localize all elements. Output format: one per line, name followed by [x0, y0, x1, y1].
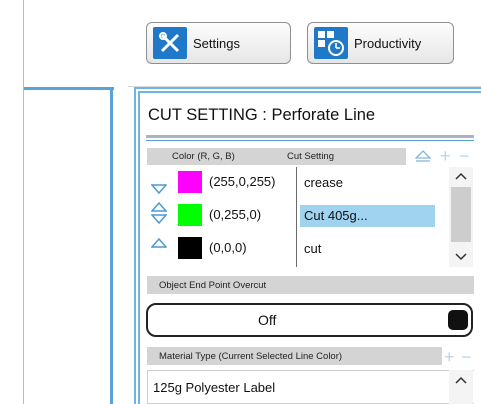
settings-button[interactable]: Settings	[146, 22, 291, 64]
column-divider	[296, 167, 297, 267]
material-type-label: Material Type (Current Selected Line Col…	[159, 351, 343, 362]
endpoint-overcut-header: Object End Point Overcut	[147, 276, 474, 294]
settings-button-label: Settings	[193, 35, 240, 51]
add-material-icon[interactable]: +	[444, 348, 455, 366]
title-rule-accent	[146, 140, 474, 141]
move-up-down-icon[interactable]	[150, 201, 168, 229]
rgb-value: (0,0,0)	[209, 240, 247, 255]
add-color-icon[interactable]: +	[440, 147, 451, 165]
toggle-state-label: Off	[258, 312, 277, 328]
endpoint-overcut-toggle[interactable]: Off	[146, 303, 473, 337]
remove-material-icon[interactable]: −	[461, 348, 472, 366]
scroll-down-icon	[455, 253, 467, 261]
toggle-knob[interactable]	[448, 310, 468, 330]
productivity-button-label: Productivity	[354, 35, 422, 51]
color-row-magenta[interactable]: (255,0,255) crease	[147, 167, 447, 195]
color-row-green[interactable]: (0,255,0) Cut 405g...	[147, 200, 447, 228]
tools-icon	[153, 27, 187, 59]
color-list-header: Color (R, G, B) Cut Setting	[147, 148, 406, 165]
cut-setting-value: crease	[304, 175, 344, 190]
material-type-header: Material Type (Current Selected Line Col…	[147, 347, 442, 365]
move-down-icon[interactable]	[150, 181, 168, 199]
scroll-up-icon	[455, 172, 467, 180]
rgb-value: (255,0,255)	[209, 174, 276, 189]
remove-color-icon[interactable]: −	[459, 147, 470, 165]
material-list-scrollbar[interactable]	[449, 370, 473, 404]
productivity-button[interactable]: Productivity	[307, 22, 454, 64]
color-list-scroll-thumb[interactable]	[451, 187, 471, 242]
cut-setting-value-selected: Cut 405g...	[300, 205, 435, 227]
title-rule	[146, 135, 474, 138]
rgb-value: (0,255,0)	[209, 207, 262, 222]
scroll-up-icon	[455, 376, 467, 384]
cut-setting-value: cut	[304, 241, 322, 256]
eject-icon[interactable]	[414, 150, 432, 165]
endpoint-overcut-label: Object End Point Overcut	[159, 280, 267, 291]
productivity-icon	[314, 27, 348, 59]
cut-setting-title: CUT SETTING : Perforate Line	[148, 106, 376, 124]
color-swatch	[178, 237, 202, 259]
column-header-cut-setting: Cut Setting	[287, 151, 334, 162]
material-list-item[interactable]: 125g Polyester Label	[153, 380, 275, 395]
workspace-separator-right[interactable]	[110, 87, 113, 404]
column-header-color: Color (R, G, B)	[172, 151, 235, 162]
workspace-separator-top	[24, 87, 114, 90]
color-list[interactable]: (255,0,255) crease (0,255,0) Cut 405g...…	[147, 167, 474, 269]
color-swatch	[178, 171, 202, 193]
color-row-black[interactable]: (0,0,0) cut	[147, 233, 447, 261]
material-list[interactable]: 125g Polyester Label	[147, 370, 474, 404]
color-swatch	[178, 204, 202, 226]
move-up-icon[interactable]	[150, 235, 168, 253]
